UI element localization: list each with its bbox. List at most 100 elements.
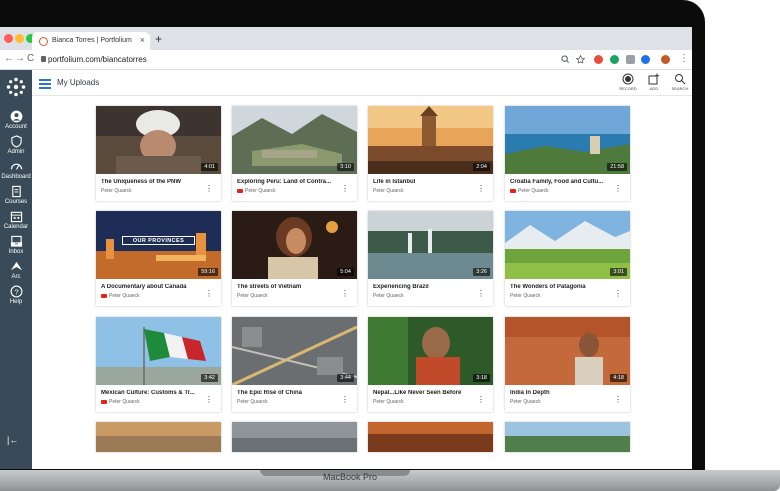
video-card-partial[interactable]: [368, 422, 493, 452]
video-author: Peter Quaeck: [510, 293, 541, 299]
kebab-menu-icon[interactable]: ⋮: [477, 185, 485, 193]
video-title[interactable]: Experiencing Brazil: [373, 284, 483, 290]
reload-icon[interactable]: C: [27, 53, 34, 64]
video-thumbnail[interactable]: [232, 422, 357, 452]
extension-gray-icon[interactable]: [626, 55, 635, 64]
sidebar-item-inbox[interactable]: Inbox: [0, 235, 32, 255]
kebab-menu-icon[interactable]: ⋮: [341, 290, 349, 298]
video-card-partial[interactable]: [505, 422, 630, 452]
video-card[interactable]: 21:58 Croatia Family, Food and Cultu... …: [505, 106, 630, 201]
sidebar-item-dashboard[interactable]: Dashboard: [0, 160, 32, 180]
video-author: Peter Quaeck: [373, 293, 404, 299]
extension-blue-icon[interactable]: [641, 55, 650, 64]
sidebar-item-label: Inbox: [8, 249, 24, 255]
video-author: Peter Quaeck: [373, 188, 404, 194]
chrome-menu-icon[interactable]: ⋮: [679, 53, 689, 64]
video-author: Peter Quaeck: [101, 399, 140, 405]
video-author: Peter Quaeck: [237, 293, 268, 299]
video-title[interactable]: India In Depth: [510, 390, 620, 396]
video-title[interactable]: The Wonders of Patagonia: [510, 284, 620, 290]
video-card[interactable]: 3:44 The Epic Rise of China Peter Quaeck…: [232, 317, 357, 412]
bookmark-star-icon[interactable]: [576, 55, 585, 64]
close-window-button[interactable]: [4, 34, 13, 43]
laptop-brand: MacBook Pro: [322, 472, 378, 482]
kebab-menu-icon[interactable]: ⋮: [477, 396, 485, 404]
kebab-menu-icon[interactable]: ⋮: [477, 290, 485, 298]
add-label: ADD: [649, 86, 659, 91]
sidebar-item-admin[interactable]: Admin: [0, 135, 32, 155]
sidebar-item-courses[interactable]: Courses: [0, 185, 32, 205]
sidebar-item-label: Admin: [7, 149, 25, 155]
video-card[interactable]: 3:26 Experiencing Brazil Peter Quaeck ⋮: [368, 211, 493, 306]
search-button[interactable]: SEARCH: [669, 73, 691, 91]
tab-close-icon[interactable]: ×: [140, 35, 145, 45]
video-card[interactable]: 3:01 The Wonders of Patagonia Peter Quae…: [505, 211, 630, 306]
video-card[interactable]: 4:18 India In Depth Peter Quaeck ⋮: [505, 317, 630, 412]
video-thumbnail[interactable]: [505, 422, 630, 452]
duration-badge: 3:44: [337, 374, 354, 382]
add-icon: [648, 73, 660, 85]
back-icon[interactable]: ←: [4, 53, 14, 64]
sidebar-item-calendar[interactable]: Calendar: [0, 210, 32, 230]
kebab-menu-icon[interactable]: ⋮: [205, 185, 213, 193]
lock-icon: [41, 56, 46, 62]
svg-text:?: ?: [14, 287, 18, 296]
kebab-menu-icon[interactable]: ⋮: [614, 290, 622, 298]
record-label: RECORD: [619, 86, 637, 91]
video-card[interactable]: 3:18 Nepal...Like Never Seen Before Pete…: [368, 317, 493, 412]
video-title[interactable]: Croatia Family, Food and Cultu...: [510, 179, 620, 185]
video-title[interactable]: Life in Istanbul: [373, 179, 483, 185]
sidebar-item-account[interactable]: Account: [0, 110, 32, 130]
video-thumbnail[interactable]: [368, 422, 493, 452]
video-card[interactable]: OUR PROVINCES 59:16 A Documentary about …: [96, 211, 221, 306]
user-icon: [10, 110, 22, 123]
video-title[interactable]: The Epic Rise of China: [237, 390, 347, 396]
kebab-menu-icon[interactable]: ⋮: [614, 185, 622, 193]
video-title[interactable]: Mexican Culture: Customs & Tr...: [101, 390, 211, 396]
video-title[interactable]: Nepal...Like Never Seen Before: [373, 390, 483, 396]
sidebar-item-arc[interactable]: Arc: [0, 260, 32, 280]
add-button[interactable]: ADD: [643, 73, 665, 91]
sidebar-item-label: Help: [9, 299, 23, 305]
video-title[interactable]: A Documentary about Canada: [101, 284, 211, 290]
kebab-menu-icon[interactable]: ⋮: [205, 290, 213, 298]
url-field[interactable]: portfolium.com/biancatorres: [48, 55, 147, 64]
video-card[interactable]: 4:01 The Uniqueness of the PNW Peter Qua…: [96, 106, 221, 201]
new-tab-button[interactable]: +: [155, 32, 162, 46]
minimize-window-button[interactable]: [15, 34, 24, 43]
kebab-menu-icon[interactable]: ⋮: [205, 396, 213, 404]
thumbnail-caption: OUR PROVINCES: [122, 236, 195, 245]
screen: Bianca Torres | Portfolium × + ← → C por…: [0, 27, 692, 469]
video-card[interactable]: 3:42 Mexican Culture: Customs & Tr... Pe…: [96, 317, 221, 412]
browser-tab-strip: Bianca Torres | Portfolium × +: [0, 27, 692, 50]
video-card-partial[interactable]: [232, 422, 357, 452]
browser-tab[interactable]: Bianca Torres | Portfolium ×: [32, 32, 150, 50]
kebab-menu-icon[interactable]: ⋮: [341, 396, 349, 404]
record-button[interactable]: RECORD: [617, 73, 639, 91]
search-label: SEARCH: [671, 86, 689, 91]
address-bar: ← → C portfolium.com/biancatorres ⋮: [0, 50, 692, 70]
hamburger-menu-icon[interactable]: [39, 79, 51, 89]
video-card[interactable]: 2:04 Life in Istanbul Peter Quaeck ⋮: [368, 106, 493, 201]
kebab-menu-icon[interactable]: ⋮: [614, 396, 622, 404]
video-card[interactable]: 3:10 Exploring Peru: Land of Contra... P…: [232, 106, 357, 201]
video-title[interactable]: Exploring Peru: Land of Contra...: [237, 179, 347, 185]
zoom-icon[interactable]: [561, 55, 570, 64]
collapse-nav-icon[interactable]: |←: [7, 435, 18, 445]
video-title[interactable]: The streets of Vietnam: [237, 284, 347, 290]
profile-avatar-icon[interactable]: [661, 55, 670, 64]
video-card-partial[interactable]: [96, 422, 221, 452]
duration-badge: 4:18: [610, 374, 627, 382]
video-author: Peter Quaeck: [237, 188, 276, 194]
book-icon: [11, 185, 21, 198]
video-title[interactable]: The Uniqueness of the PNW: [101, 179, 211, 185]
kebab-menu-icon[interactable]: ⋮: [341, 185, 349, 193]
video-thumbnail[interactable]: [96, 422, 221, 452]
tab-title: Bianca Torres | Portfolium: [52, 37, 132, 44]
extension-green-icon[interactable]: [610, 55, 619, 64]
forward-icon[interactable]: →: [15, 53, 25, 64]
sidebar-item-help[interactable]: ? Help: [0, 285, 32, 305]
extension-red-icon[interactable]: [594, 55, 603, 64]
video-card[interactable]: 5:04 The streets of Vietnam Peter Quaeck…: [232, 211, 357, 306]
logo-icon[interactable]: [6, 77, 26, 97]
